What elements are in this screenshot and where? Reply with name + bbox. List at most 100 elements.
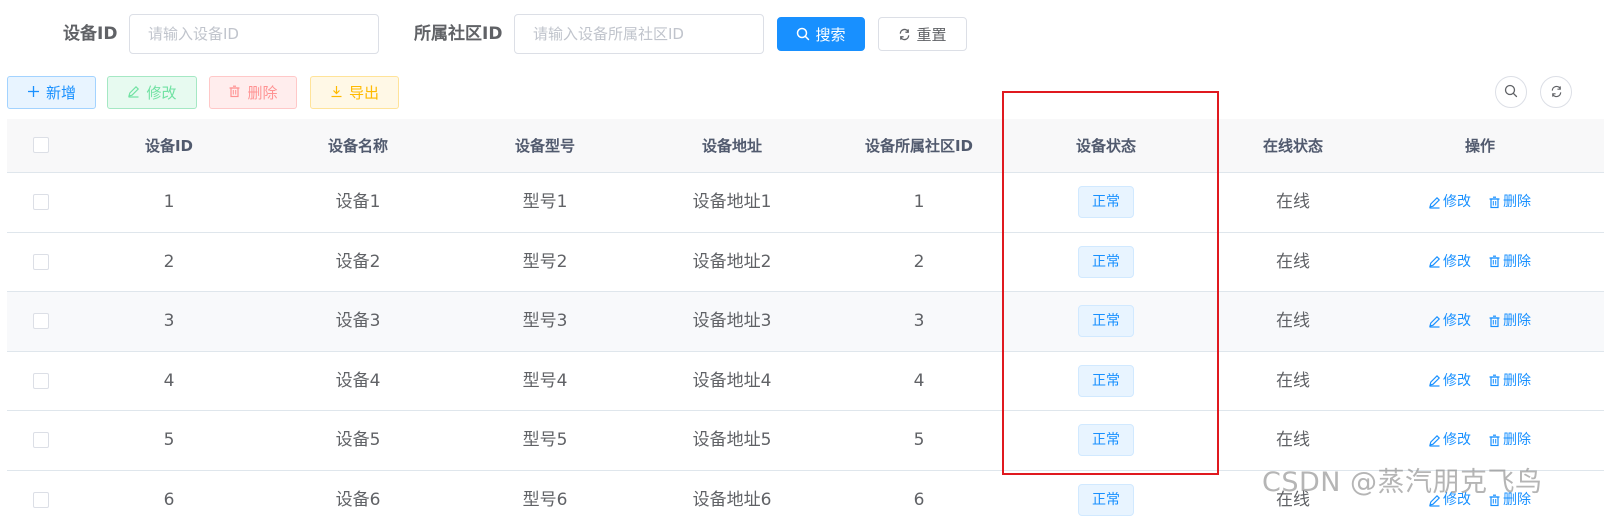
cell-device-model: 型号5 xyxy=(522,430,568,451)
edit-icon xyxy=(1428,315,1441,328)
edit-icon xyxy=(1428,196,1441,209)
table-header: 设备ID 设备名称 设备型号 设备地址 设备所属社区ID 设备状态 在线状态 操… xyxy=(7,119,1604,173)
cell-device-model: 型号2 xyxy=(522,251,568,272)
row-edit-link[interactable]: 修改 xyxy=(1428,352,1471,410)
cell-device-model: 型号1 xyxy=(522,192,568,212)
delete-button-label: 删除 xyxy=(247,84,278,102)
select-all-checkbox[interactable] xyxy=(33,137,49,153)
cell-device-name: 设备1 xyxy=(335,192,381,212)
cell-device-address: 设备地址6 xyxy=(692,490,772,510)
table-row: 1 设备1 型号1 设备地址1 1 正常 在线 修改 删除 xyxy=(7,173,1604,233)
row-checkbox[interactable] xyxy=(33,313,49,330)
edit-icon xyxy=(1428,255,1441,268)
status-badge: 正常 xyxy=(1078,186,1134,218)
search-button-label: 搜索 xyxy=(815,25,846,44)
edit-icon xyxy=(127,84,140,102)
header-device-address: 设备地址 xyxy=(701,137,763,155)
cell-device-name: 设备4 xyxy=(335,370,381,391)
row-delete-label: 删除 xyxy=(1503,253,1531,270)
row-edit-link[interactable]: 修改 xyxy=(1428,292,1471,350)
trash-icon xyxy=(1488,374,1501,387)
cell-device-name: 设备3 xyxy=(335,311,381,332)
cell-device-model: 型号6 xyxy=(522,490,568,510)
edit-button[interactable]: 修改 xyxy=(107,76,197,109)
cell-device-id: 1 xyxy=(163,192,175,212)
cell-online-status: 在线 xyxy=(1276,251,1310,272)
reset-button-label: 重置 xyxy=(916,25,947,44)
cell-device-model: 型号4 xyxy=(522,370,568,391)
cell-device-name: 设备6 xyxy=(335,490,381,510)
add-button[interactable]: 新增 xyxy=(7,76,96,109)
cell-device-id: 3 xyxy=(163,311,175,332)
trash-icon xyxy=(228,84,241,102)
row-checkbox[interactable] xyxy=(33,492,49,508)
cell-device-address: 设备地址1 xyxy=(692,192,772,212)
row-checkbox[interactable] xyxy=(33,372,49,389)
edit-button-label: 修改 xyxy=(146,84,177,102)
status-badge: 正常 xyxy=(1078,245,1134,278)
search-icon xyxy=(1504,83,1518,102)
row-delete-link[interactable]: 删除 xyxy=(1488,292,1531,350)
header-device-model: 设备型号 xyxy=(514,137,576,155)
cell-community-id: 4 xyxy=(913,370,925,391)
reset-button[interactable]: 重置 xyxy=(878,17,967,51)
status-badge: 正常 xyxy=(1078,424,1134,457)
header-online-status: 在线状态 xyxy=(1262,137,1324,155)
cell-device-name: 设备5 xyxy=(335,430,381,451)
cell-community-id: 5 xyxy=(913,430,925,451)
trash-icon xyxy=(1488,315,1501,328)
toggle-search-button[interactable] xyxy=(1495,76,1527,108)
row-checkbox[interactable] xyxy=(33,253,49,270)
cell-device-address: 设备地址5 xyxy=(692,430,772,451)
row-delete-link[interactable]: 删除 xyxy=(1488,352,1531,410)
cell-device-model: 型号3 xyxy=(522,311,568,332)
row-delete-link[interactable]: 删除 xyxy=(1488,173,1531,231)
cell-device-name: 设备2 xyxy=(335,251,381,272)
cell-online-status: 在线 xyxy=(1276,370,1310,391)
row-edit-link[interactable]: 修改 xyxy=(1428,173,1471,231)
edit-icon xyxy=(1428,434,1441,447)
refresh-icon xyxy=(1550,83,1563,102)
community-id-input[interactable]: 请输入设备所属社区ID xyxy=(514,14,764,54)
export-button[interactable]: 导出 xyxy=(310,76,399,109)
header-device-id: 设备ID xyxy=(144,137,194,155)
cell-device-id: 2 xyxy=(163,251,175,272)
refresh-table-button[interactable] xyxy=(1540,76,1572,108)
device-id-label: 设备ID xyxy=(63,24,118,44)
device-management-page: 设备ID 请输入设备ID 所属社区ID 请输入设备所属社区ID 搜索 重置 新增… xyxy=(0,0,1604,522)
delete-button[interactable]: 删除 xyxy=(209,76,297,109)
cell-community-id: 3 xyxy=(913,311,925,332)
search-form: 设备ID 请输入设备ID 所属社区ID 请输入设备所属社区ID 搜索 重置 xyxy=(0,14,1000,54)
row-edit-link[interactable]: 修改 xyxy=(1428,233,1471,291)
community-id-label: 所属社区ID xyxy=(414,24,503,44)
table-row: 4 设备4 型号4 设备地址4 4 正常 在线 修改 删除 xyxy=(7,352,1604,412)
search-button[interactable]: 搜索 xyxy=(777,17,865,51)
row-checkbox[interactable] xyxy=(33,194,49,210)
cell-device-id: 6 xyxy=(163,490,175,510)
header-community-id: 设备所属社区ID xyxy=(864,137,974,155)
status-badge: 正常 xyxy=(1078,484,1134,516)
cell-device-address: 设备地址3 xyxy=(692,311,772,332)
device-id-input[interactable]: 请输入设备ID xyxy=(129,14,379,54)
trash-icon xyxy=(1488,434,1501,447)
row-checkbox[interactable] xyxy=(33,432,49,449)
cell-community-id: 2 xyxy=(913,251,925,272)
trash-icon xyxy=(1488,196,1501,209)
watermark: CSDN @蒸汽朋克飞鸟 xyxy=(1262,467,1543,498)
refresh-icon xyxy=(898,28,911,41)
row-delete-label: 删除 xyxy=(1503,313,1531,330)
add-button-label: 新增 xyxy=(45,84,76,102)
row-edit-label: 修改 xyxy=(1443,194,1471,210)
row-delete-link[interactable]: 删除 xyxy=(1488,233,1531,291)
search-icon xyxy=(796,27,810,41)
cell-device-id: 5 xyxy=(163,430,175,451)
row-edit-label: 修改 xyxy=(1443,372,1471,389)
edit-icon xyxy=(1428,374,1441,387)
table-row: 3 设备3 型号3 设备地址3 3 正常 在线 修改 删除 xyxy=(7,292,1604,352)
cell-online-status: 在线 xyxy=(1276,311,1310,332)
plus-icon xyxy=(27,84,40,102)
cell-device-address: 设备地址2 xyxy=(692,251,772,272)
table-row: 2 设备2 型号2 设备地址2 2 正常 在线 修改 删除 xyxy=(7,233,1604,293)
status-badge: 正常 xyxy=(1078,305,1134,338)
row-delete-label: 删除 xyxy=(1503,194,1531,210)
